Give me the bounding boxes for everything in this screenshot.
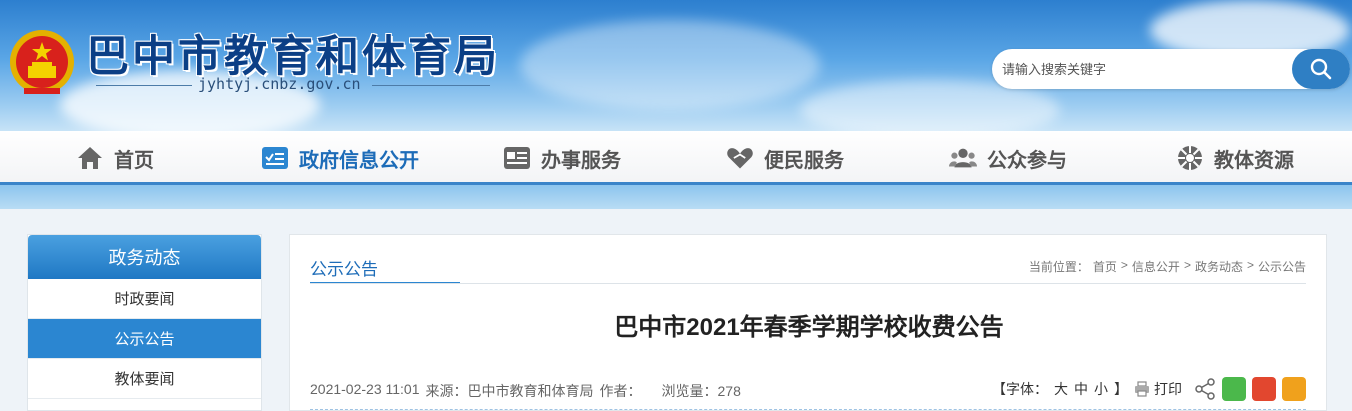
wechat-share-icon[interactable]: [1222, 377, 1246, 401]
source-value: 巴中市教育和体育局: [467, 383, 594, 399]
cloud-decoration: [520, 20, 820, 110]
info-public-icon: [261, 144, 289, 172]
nav-item-label: 首页: [114, 149, 154, 172]
author-label: 作者：: [599, 383, 642, 399]
font-medium-button[interactable]: 中: [1074, 379, 1088, 399]
print-button[interactable]: 打印: [1134, 379, 1182, 399]
breadcrumb-prefix: 当前位置：: [1028, 260, 1089, 274]
nav-item-convenience[interactable]: 便民服务: [726, 131, 844, 185]
search-input[interactable]: [1002, 58, 1282, 80]
nav-item-service[interactable]: 办事服务: [503, 131, 621, 185]
weibo-share-icon[interactable]: [1252, 377, 1276, 401]
print-icon: [1135, 381, 1149, 397]
breadcrumb-gov-news[interactable]: 政务动态: [1195, 258, 1243, 275]
breadcrumb: 当前位置： 首页 > 信息公开 > 政务动态 > 公示公告: [1029, 258, 1306, 275]
views-count: 278: [717, 383, 741, 399]
breadcrumb-separator: >: [1246, 258, 1254, 272]
search-button[interactable]: [1292, 49, 1350, 89]
font-large-button[interactable]: 大: [1054, 379, 1068, 399]
article-tools: 【字体： 大 中 小 】 打印: [992, 377, 1306, 401]
nav-item-participation[interactable]: 公众参与: [949, 131, 1067, 185]
main-nav: 首页 政府信息公开 办事服务 便民服务 公众参与 教体资源: [0, 131, 1352, 185]
national-emblem-icon: [10, 30, 74, 94]
decorative-strip: [0, 185, 1352, 209]
divider: [310, 283, 1306, 284]
nav-item-label: 教体资源: [1214, 149, 1294, 172]
sidebar-title: 政务动态: [28, 235, 261, 279]
people-icon: [949, 144, 977, 172]
sidebar-item-current-affairs[interactable]: 时政要闻: [28, 279, 261, 319]
home-icon: [76, 144, 104, 172]
breadcrumb-announcements[interactable]: 公示公告: [1258, 258, 1306, 275]
sidebar-item-education-news[interactable]: 教体要闻: [28, 359, 261, 399]
print-label: 打印: [1154, 381, 1182, 397]
nav-item-info-public[interactable]: 政府信息公开: [261, 131, 419, 185]
share-icon[interactable]: [1194, 378, 1216, 400]
publish-date: 2021-02-23 11:01: [310, 381, 420, 397]
sidebar-item-announcements[interactable]: 公示公告: [28, 319, 261, 359]
article-title: 巴中市2021年春季学期学校收费公告: [614, 314, 1004, 341]
breadcrumb-separator: >: [1183, 258, 1191, 272]
sidebar: 政务动态 时政要闻 公示公告 教体要闻: [27, 234, 262, 411]
divider: [310, 409, 1306, 410]
search-icon: [1310, 58, 1332, 80]
site-domain: jyhtyj.cnbz.gov.cn: [198, 75, 361, 93]
views-label: 浏览量：: [661, 383, 718, 399]
header-banner: 巴中市教育和体育局 jyhtyj.cnbz.gov.cn: [0, 0, 1352, 131]
nav-item-label: 政府信息公开: [299, 149, 419, 172]
nav-item-resources[interactable]: 教体资源: [1176, 131, 1294, 185]
service-icon: [503, 144, 531, 172]
resource-icon: [1176, 144, 1204, 172]
nav-item-home[interactable]: 首页: [76, 131, 154, 185]
breadcrumb-separator: >: [1120, 258, 1128, 272]
nav-item-label: 公众参与: [987, 149, 1067, 172]
article-meta: 2021-02-23 11:01 来源：巴中市教育和体育局 作者： 浏览量：27…: [310, 381, 741, 401]
divider: [372, 85, 490, 86]
search-box: [992, 49, 1350, 89]
divider: [96, 85, 192, 86]
font-label-close: 】: [1114, 381, 1128, 397]
font-small-button[interactable]: 小: [1094, 379, 1108, 399]
source-label: 来源：: [425, 383, 468, 399]
breadcrumb-home[interactable]: 首页: [1093, 258, 1117, 275]
nav-item-label: 办事服务: [541, 149, 621, 172]
main-content: 公示公告 当前位置： 首页 > 信息公开 > 政务动态 > 公示公告 巴中市20…: [289, 234, 1327, 411]
breadcrumb-info-public[interactable]: 信息公开: [1132, 258, 1180, 275]
qzone-share-icon[interactable]: [1282, 377, 1306, 401]
nav-item-label: 便民服务: [764, 149, 844, 172]
font-label: 【字体：: [992, 381, 1048, 397]
heart-hand-icon: [726, 144, 754, 172]
tab-announcements[interactable]: 公示公告: [310, 255, 460, 284]
